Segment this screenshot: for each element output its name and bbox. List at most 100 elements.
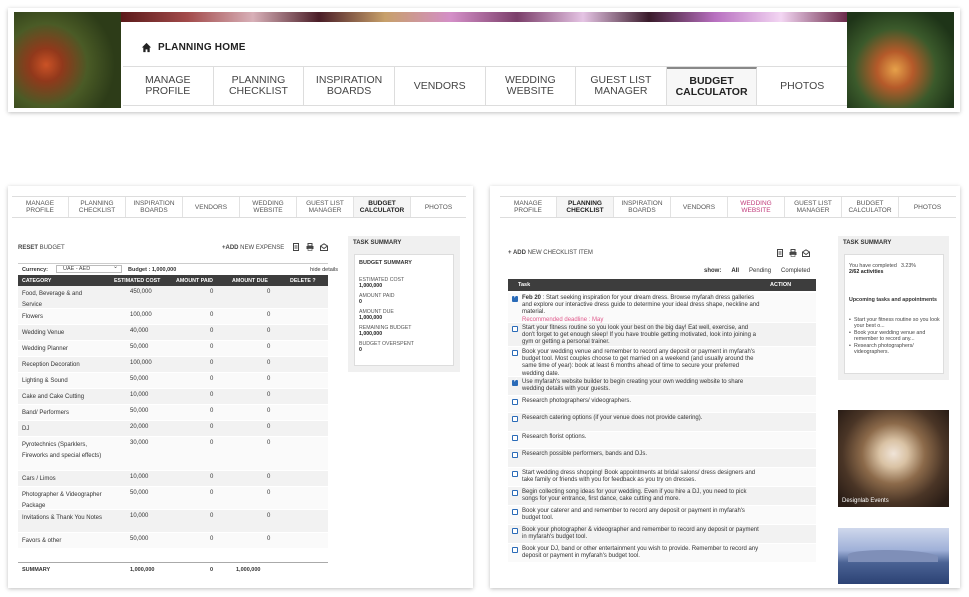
task-checkbox[interactable] — [512, 490, 518, 496]
banner-tab-wedding-website[interactable]: WEDDING WEBSITE — [486, 67, 577, 105]
tab-vendors[interactable]: VENDORS — [671, 197, 728, 217]
task-checkbox[interactable] — [512, 326, 518, 332]
currency-select[interactable]: UAE - AED — [56, 264, 122, 273]
tab-manage-profile[interactable]: MANAGE PROFILE — [12, 197, 69, 217]
upcoming-task-item[interactable]: Research photographers/ videographers. — [849, 343, 941, 355]
task-checkbox[interactable] — [512, 452, 518, 458]
tab-inspiration-boards[interactable]: INSPIRATION BOARDS — [614, 197, 671, 217]
task-checkbox[interactable] — [512, 509, 518, 515]
tab-photos[interactable]: PHOTOS — [411, 197, 466, 217]
planning-home-link[interactable]: PLANNING HOME — [141, 42, 246, 53]
estimated-cell[interactable]: 20,000 — [130, 424, 148, 430]
due-cell: 0 — [267, 376, 271, 382]
tab-wedding-website[interactable]: WEDDING WEBSITE — [240, 197, 297, 217]
upcoming-task-item[interactable]: Start your fitness routine so you look y… — [849, 317, 941, 329]
estimated-cell[interactable]: 10,000 — [130, 474, 148, 480]
filter-all[interactable]: All — [731, 268, 739, 274]
tab-photos[interactable]: PHOTOS — [899, 197, 956, 217]
tab-wedding-website[interactable]: WEDDING WEBSITE — [728, 197, 785, 217]
banner-tab-guest-list-manager[interactable]: GUEST LIST MANAGER — [576, 67, 667, 105]
paid-cell[interactable]: 0 — [210, 474, 213, 480]
task-row: Research possible performers, bands and … — [508, 449, 816, 468]
tab-planning-checklist[interactable]: PLANNING CHECKLIST — [557, 197, 614, 217]
paid-cell[interactable]: 0 — [210, 490, 213, 496]
tab-manage-profile[interactable]: MANAGE PROFILE — [500, 197, 557, 217]
banner-tab-vendors[interactable]: VENDORS — [395, 67, 486, 105]
paid-cell[interactable]: 0 — [210, 289, 213, 295]
paid-cell[interactable]: 0 — [210, 328, 213, 334]
paid-cell[interactable]: 0 — [210, 344, 213, 350]
paid-cell[interactable]: 0 — [210, 392, 213, 398]
add-checklist-item-link[interactable]: + ADD NEW CHECKLIST ITEM — [508, 250, 593, 256]
budget-summary-item: REMAINING BUDGET 1,000,000 — [359, 325, 412, 337]
paid-cell[interactable]: 0 — [210, 513, 213, 519]
estimated-cell[interactable]: 10,000 — [130, 392, 148, 398]
task-checkbox[interactable] — [512, 435, 518, 441]
print-icon[interactable] — [776, 244, 784, 257]
email-icon[interactable] — [802, 244, 810, 257]
task-checkbox[interactable] — [512, 528, 518, 534]
printer-icon[interactable] — [306, 243, 314, 251]
estimated-cell[interactable]: 100,000 — [130, 360, 152, 366]
estimated-cell[interactable]: 50,000 — [130, 536, 148, 542]
tab-budget-calculator[interactable]: BUDGET CALCULATOR — [354, 197, 411, 217]
tab-guest-list-manager[interactable]: GUEST LIST MANAGER — [785, 197, 842, 217]
paid-cell[interactable]: 0 — [210, 536, 213, 542]
tab-planning-checklist[interactable]: PLANNING CHECKLIST — [69, 197, 126, 217]
col-estimated: ESTIMATED COST — [114, 278, 161, 284]
paid-cell[interactable]: 0 — [210, 424, 213, 430]
filter-pending[interactable]: Pending — [749, 268, 771, 274]
task-checkbox[interactable] — [512, 294, 518, 302]
estimated-cell[interactable]: 50,000 — [130, 490, 148, 496]
task-checkbox[interactable] — [512, 547, 518, 553]
paid-cell[interactable]: 0 — [210, 312, 213, 318]
table-row: Wedding Venue 40,000 0 0 — [18, 325, 328, 341]
reset-budget-link[interactable]: RESET BUDGET — [18, 245, 65, 251]
task-checkbox[interactable] — [512, 399, 518, 405]
estimated-cell[interactable]: 30,000 — [130, 440, 148, 446]
estimated-cell[interactable]: 10,000 — [130, 513, 148, 519]
task-filter-bar: show: All Pending Completed — [704, 268, 810, 274]
task-checkbox[interactable] — [512, 416, 518, 422]
upcoming-task-item[interactable]: Book your wedding venue and remember to … — [849, 330, 941, 342]
banner-tab-budget-calculator[interactable]: BUDGET CALCULATOR — [666, 67, 758, 105]
task-row: Book your wedding venue and remember to … — [508, 347, 816, 377]
estimated-cell[interactable]: 50,000 — [130, 408, 148, 414]
summary-estimated: 1,000,000 — [130, 567, 155, 573]
add-new-expense-link[interactable]: +ADD NEW EXPENSE — [222, 245, 284, 251]
banner-tab-planning-checklist[interactable]: PLANNING CHECKLIST — [214, 67, 305, 105]
estimated-cell[interactable]: 50,000 — [130, 376, 148, 382]
estimated-cell[interactable]: 50,000 — [130, 344, 148, 350]
estimated-cell[interactable]: 40,000 — [130, 328, 148, 334]
summary-due: 1,000,000 — [236, 567, 261, 573]
paid-cell[interactable]: 0 — [210, 376, 213, 382]
printer-icon[interactable] — [789, 244, 797, 257]
vendor-ad-image-2[interactable] — [838, 528, 949, 584]
checklist-tab-bar: MANAGE PROFILE PLANNING CHECKLIST INSPIRAT… — [500, 196, 956, 218]
tab-inspiration-boards[interactable]: INSPIRATION BOARDS — [126, 197, 183, 217]
budget-side-summary: TASK SUMMARY BUDGET SUMMARY ESTIMATED CO… — [348, 236, 460, 372]
category-cell: Wedding Venue — [22, 330, 65, 336]
estimated-cell[interactable]: 450,000 — [130, 289, 152, 295]
task-checkbox[interactable] — [512, 350, 518, 356]
tab-budget-calculator[interactable]: BUDGET CALCULATOR — [842, 197, 899, 217]
banner-tab-photos[interactable]: PHOTOS — [757, 67, 847, 105]
col-paid: AMOUNT PAID — [176, 278, 213, 284]
task-checkbox[interactable] — [512, 471, 518, 477]
estimated-cell[interactable]: 100,000 — [130, 312, 152, 318]
banner-tab-manage-profile[interactable]: MANAGE PROFILE — [123, 67, 214, 105]
banner-tab-inspiration-boards[interactable]: INSPIRATION BOARDS — [304, 67, 395, 105]
filter-completed[interactable]: Completed — [781, 268, 810, 274]
tab-guest-list-manager[interactable]: GUEST LIST MANAGER — [297, 197, 354, 217]
paid-cell[interactable]: 0 — [210, 440, 213, 446]
task-text: Research possible performers, bands and … — [522, 451, 648, 457]
vendor-ad-image[interactable]: Designlab Events — [838, 410, 949, 507]
task-checkbox[interactable] — [512, 378, 518, 386]
paid-cell[interactable]: 0 — [210, 360, 213, 366]
print-icon[interactable] — [292, 243, 300, 251]
summary-paid: 0 — [210, 567, 214, 573]
paid-cell[interactable]: 0 — [210, 408, 213, 414]
tab-vendors[interactable]: VENDORS — [183, 197, 240, 217]
email-icon[interactable] — [320, 243, 328, 251]
hide-details-link[interactable]: hide details — [310, 267, 338, 273]
